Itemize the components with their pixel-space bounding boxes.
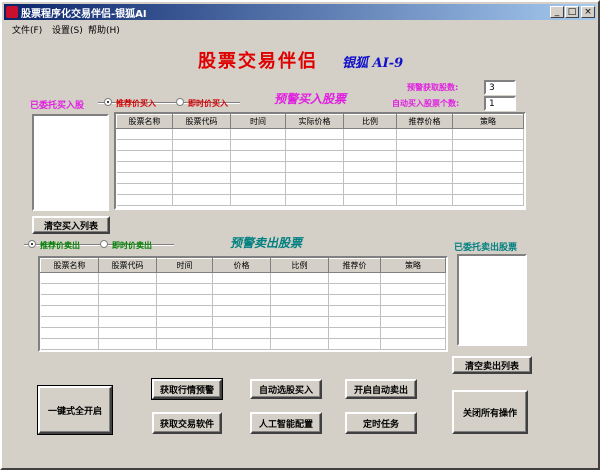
minimize-button[interactable]: _ (550, 6, 564, 18)
table-row[interactable] (40, 338, 446, 350)
table-row[interactable] (116, 161, 524, 173)
sell-col-name[interactable]: 股票名称 (40, 258, 99, 273)
sell-col-time[interactable]: 时间 (156, 258, 213, 273)
table-row[interactable] (40, 316, 446, 328)
sell-instant-radio[interactable] (100, 240, 108, 248)
sell-instant-label[interactable]: 即时价卖出 (112, 240, 152, 251)
fetch-count-label: 预警获取股数: (407, 83, 459, 92)
entrusted-buy-label: 已委托买入股 (30, 101, 85, 111)
table-row[interactable] (116, 172, 524, 184)
buy-col-strategy[interactable]: 策略 (452, 114, 524, 129)
table-row[interactable] (116, 139, 524, 151)
buy-col-ratio[interactable]: 比例 (343, 114, 397, 129)
fetch-alert-button[interactable]: 获取行情预警 (151, 378, 223, 400)
auto-buy-count-input[interactable]: 1 (484, 96, 516, 111)
table-row[interactable] (40, 283, 446, 295)
fetch-count-input[interactable]: 3 (484, 80, 516, 95)
table-row[interactable] (116, 194, 524, 206)
buy-instant-radio[interactable] (176, 98, 184, 106)
sell-col-strategy[interactable]: 策略 (380, 258, 446, 273)
buy-col-recommend-price[interactable]: 推荐价格 (396, 114, 453, 129)
fetch-trade-software-button[interactable]: 获取交易软件 (152, 412, 222, 434)
sell-col-price[interactable]: 价格 (212, 258, 271, 273)
sell-section-title: 预警卖出股票 (230, 236, 303, 250)
auto-buy-count-label: 自动买入股票个数: (392, 99, 460, 108)
app-icon (6, 6, 18, 18)
sell-col-ratio[interactable]: 比例 (270, 258, 329, 273)
menu-file[interactable]: 文件(F) (12, 23, 42, 36)
table-row[interactable] (40, 294, 446, 306)
buy-recommend-radio[interactable] (104, 98, 112, 106)
start-all-button[interactable]: 一键式全开启 (37, 385, 113, 435)
table-row[interactable] (40, 327, 446, 339)
clear-sell-list-button[interactable]: 清空卖出列表 (452, 356, 532, 374)
sell-col-code[interactable]: 股票代码 (98, 258, 157, 273)
entrusted-sell-label: 已委托卖出股票 (454, 243, 518, 253)
buy-col-time[interactable]: 时间 (230, 114, 286, 129)
sell-col-recommend-price[interactable]: 推荐价 (328, 258, 381, 273)
table-row[interactable] (116, 183, 524, 195)
menu-settings[interactable]: 设置(S) (52, 23, 83, 36)
main-window: 股票程序化交易伴侣-银狐AI _ □ × 文件(F) 设置(S) 帮助(H) 股… (0, 0, 600, 470)
sell-recommend-radio[interactable] (28, 240, 36, 248)
table-row[interactable] (40, 305, 446, 317)
menu-bar: 文件(F) 设置(S) 帮助(H) (4, 21, 596, 37)
title-bar[interactable]: 股票程序化交易伴侣-银狐AI _ □ × (4, 4, 596, 20)
table-row[interactable] (40, 272, 446, 284)
close-all-button[interactable]: 关闭所有操作 (452, 390, 528, 434)
maximize-button[interactable]: □ (565, 6, 579, 18)
entrusted-buy-list[interactable] (32, 114, 109, 211)
buy-recommend-label[interactable]: 推荐价买入 (116, 98, 156, 109)
close-button[interactable]: × (581, 6, 595, 18)
buy-instant-label[interactable]: 即时价买入 (188, 98, 228, 109)
ai-config-button[interactable]: 人工智能配置 (250, 412, 322, 434)
buy-section-title: 预警买入股票 (274, 92, 347, 106)
buy-col-name[interactable]: 股票名称 (116, 114, 173, 129)
sell-alert-table[interactable]: 股票名称 股票代码 时间 价格 比例 推荐价 策略 (38, 256, 448, 352)
entrusted-sell-list[interactable] (457, 254, 527, 346)
buy-alert-table[interactable]: 股票名称 股票代码 时间 实际价格 比例 推荐价格 策略 (114, 112, 526, 210)
timed-task-button[interactable]: 定时任务 (345, 412, 417, 434)
auto-sell-button[interactable]: 开启自动卖出 (345, 379, 417, 399)
auto-select-buy-button[interactable]: 自动选股买入 (250, 379, 322, 399)
menu-help[interactable]: 帮助(H) (88, 23, 120, 36)
table-row[interactable] (116, 150, 524, 162)
sell-recommend-label[interactable]: 推荐价卖出 (40, 240, 80, 251)
app-heading: 股票交易伴侣 (198, 51, 318, 72)
table-row[interactable] (116, 128, 524, 140)
clear-buy-list-button[interactable]: 清空买入列表 (32, 216, 110, 234)
buy-col-actual-price[interactable]: 实际价格 (285, 114, 344, 129)
buy-col-code[interactable]: 股票代码 (172, 114, 231, 129)
window-title: 股票程序化交易伴侣-银狐AI (21, 9, 147, 20)
app-subheading: 银狐 AI-9 (342, 56, 404, 71)
